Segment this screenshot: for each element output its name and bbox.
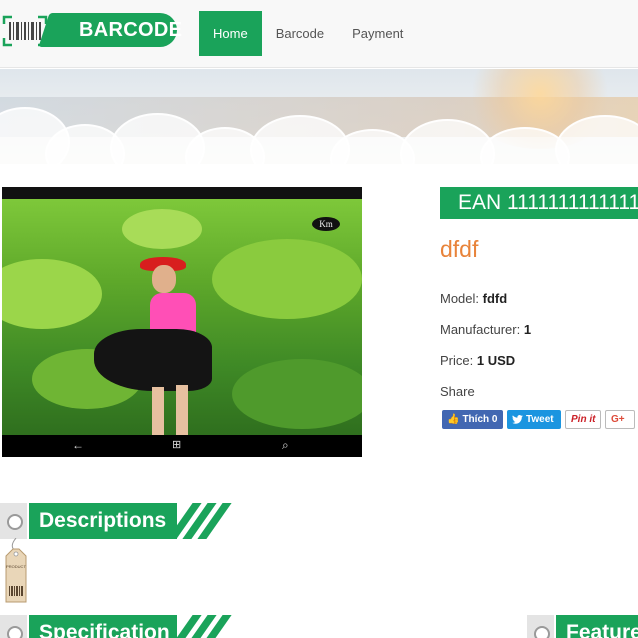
specification-title: Specification bbox=[29, 615, 177, 638]
top-navbar: BARCODE Home Barcode Payment bbox=[0, 0, 638, 68]
windows-icon: ⊞ bbox=[172, 439, 182, 451]
radio-circle-icon bbox=[527, 615, 554, 638]
phone-nav-bar: ← ⊞ ⌕ bbox=[2, 435, 362, 457]
facebook-like-button[interactable]: 👍 Thích 0 bbox=[442, 410, 503, 429]
brand-logo[interactable]: BARCODE bbox=[2, 13, 182, 49]
ean-code: EAN 1111111111111 bbox=[440, 187, 638, 219]
share-buttons: 👍 Thích 0 Tweet Pin it G+ bbox=[442, 410, 635, 429]
main-nav: Home Barcode Payment bbox=[199, 11, 417, 56]
price-row: Price: 1 USD bbox=[440, 353, 515, 368]
descriptions-title: Descriptions bbox=[29, 503, 177, 539]
product-name: dfdf bbox=[440, 236, 479, 262]
leaf-shape bbox=[212, 239, 362, 319]
nav-payment[interactable]: Payment bbox=[338, 11, 417, 56]
nav-barcode[interactable]: Barcode bbox=[262, 11, 338, 56]
leaf-shape bbox=[2, 259, 102, 329]
twitter-bird-icon bbox=[512, 415, 523, 424]
twitter-tweet-button[interactable]: Tweet bbox=[507, 410, 561, 429]
twitter-tweet-label: Tweet bbox=[526, 414, 554, 425]
leaf-shape bbox=[232, 359, 362, 429]
image-watermark: Km bbox=[312, 217, 340, 231]
manufacturer-value: 1 bbox=[523, 322, 532, 337]
pinterest-button[interactable]: Pin it bbox=[565, 410, 601, 429]
specification-header: Specification bbox=[0, 615, 240, 638]
price-value: 1 USD bbox=[476, 353, 516, 368]
radio-circle-icon bbox=[0, 503, 27, 539]
share-label: Share bbox=[440, 384, 475, 399]
person-skirt bbox=[94, 329, 212, 391]
manufacturer-label: Manufacturer: bbox=[440, 322, 521, 337]
thumbs-up-icon: 👍 bbox=[447, 414, 460, 425]
person-head bbox=[152, 265, 176, 293]
facebook-like-label: Thích 0 bbox=[462, 414, 498, 425]
features-header: Feature bbox=[527, 615, 638, 638]
product-tag-icon: PRODUCT bbox=[5, 538, 27, 603]
descriptions-header: Descriptions bbox=[0, 503, 240, 539]
model-label: Model: bbox=[440, 291, 480, 306]
hero-banner bbox=[0, 69, 638, 164]
product-image[interactable]: Km ← ⊞ ⌕ bbox=[2, 187, 362, 457]
person-leg bbox=[152, 387, 164, 435]
model-row: Model: fdfd bbox=[440, 291, 507, 306]
model-value: fdfd bbox=[482, 291, 508, 306]
search-icon: ⌕ bbox=[282, 438, 289, 452]
features-title: Feature bbox=[556, 615, 638, 638]
nav-home[interactable]: Home bbox=[199, 11, 262, 56]
google-plus-button[interactable]: G+ bbox=[605, 410, 635, 429]
price-label: Price: bbox=[440, 353, 474, 368]
leaf-shape bbox=[122, 209, 202, 249]
tag-text: PRODUCT bbox=[6, 564, 26, 569]
product-photo: Km bbox=[2, 199, 362, 435]
radio-circle-icon bbox=[0, 615, 27, 638]
manufacturer-row: Manufacturer: 1 bbox=[440, 322, 531, 337]
back-arrow-icon: ← bbox=[72, 438, 84, 452]
brand-pill: BARCODE bbox=[52, 13, 182, 47]
brand-name: BARCODE bbox=[79, 19, 183, 41]
person-leg bbox=[176, 385, 188, 435]
